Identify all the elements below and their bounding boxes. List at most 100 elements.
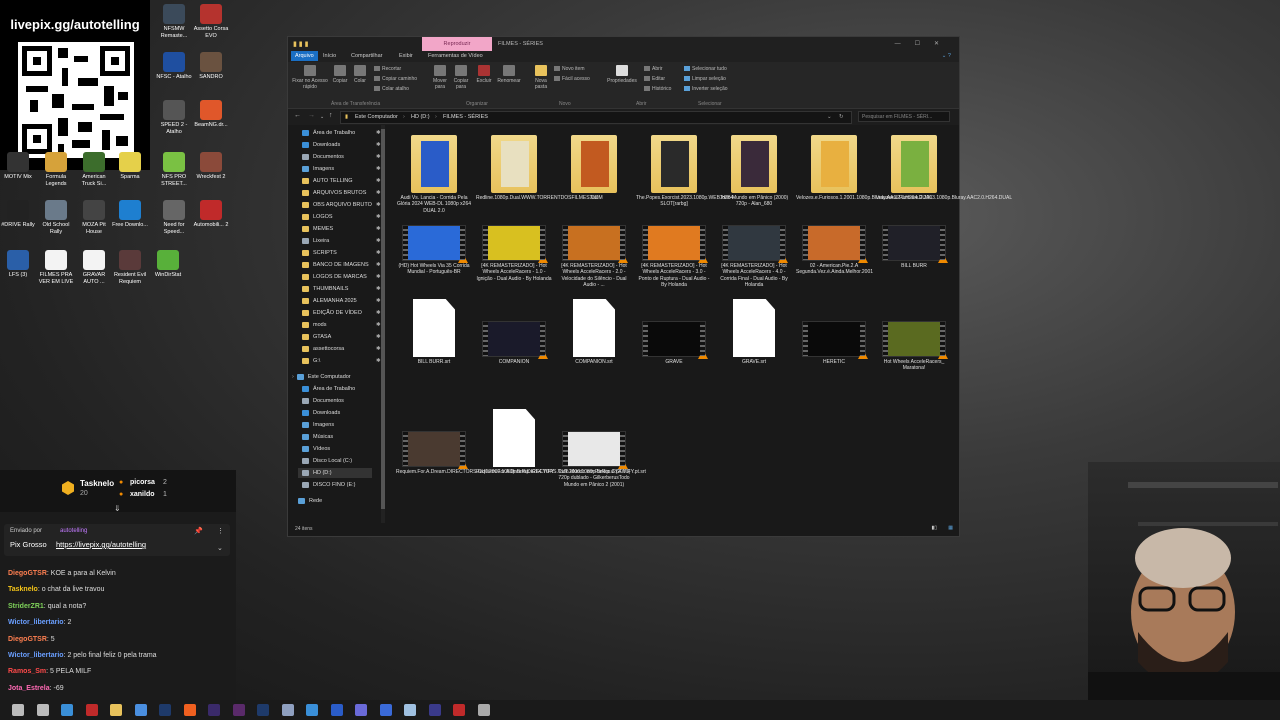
taskbar-app-icon[interactable] bbox=[428, 704, 441, 716]
chat-username[interactable]: Wictor_libertario bbox=[8, 652, 64, 659]
chat-username[interactable]: Tasknelo bbox=[8, 586, 38, 593]
desktop-icon[interactable]: FILMES PRA VER EM LIVE bbox=[38, 250, 74, 285]
taskbar-app-icon[interactable] bbox=[134, 704, 147, 716]
taskbar-app-icon[interactable] bbox=[208, 704, 220, 716]
taskbar-app-icon[interactable] bbox=[12, 704, 24, 716]
desktop-icon[interactable]: NFS PRO STREET... bbox=[156, 152, 192, 187]
chat-username[interactable]: Jota_Estrela bbox=[8, 685, 50, 692]
desktop-icon[interactable]: Wreckfest 2 bbox=[193, 152, 229, 181]
nav-item[interactable]: Imagens ✱ bbox=[302, 164, 381, 174]
desktop-icon[interactable]: GRAVAR AUTO ... bbox=[76, 250, 112, 285]
open-button[interactable]: Abrir bbox=[644, 66, 663, 72]
desktop-icon[interactable]: NFSC - Atalho bbox=[156, 52, 192, 81]
nav-item[interactable]: Área de Trabalho ✱ bbox=[302, 128, 381, 138]
nav-item[interactable]: BANCO DE IMAGENS ✱ bbox=[302, 260, 381, 270]
taskbar-app-icon[interactable] bbox=[85, 704, 98, 716]
desktop-icon[interactable]: SPEED 2 - Atalho bbox=[156, 100, 192, 135]
nav-item[interactable]: Vídeos bbox=[302, 444, 330, 454]
nav-item[interactable]: GTASA ✱ bbox=[302, 332, 381, 342]
up-arrow-icon[interactable]: ↑ bbox=[329, 112, 333, 119]
properties-button[interactable]: Propriedades bbox=[604, 65, 640, 84]
history-button[interactable]: Histórico bbox=[644, 86, 671, 92]
forward-arrow-icon[interactable]: → bbox=[308, 112, 315, 119]
taskbar-app-icon[interactable] bbox=[306, 704, 318, 716]
recent-chevron-icon[interactable]: ⌄ bbox=[320, 114, 324, 120]
file-item[interactable]: Velozes.e.Furiosos.1.2001.1080p.Bluray.A… bbox=[796, 135, 932, 201]
taskbar-app-icon[interactable] bbox=[232, 704, 245, 716]
taskbar-app-icon[interactable] bbox=[330, 704, 343, 716]
file-item[interactable]: GRAVE.srt bbox=[716, 299, 792, 365]
nav-item[interactable]: assettocorsa ✱ bbox=[302, 344, 381, 354]
nav-item[interactable]: EDIÇÃO DE VÍDEO ✱ bbox=[302, 308, 381, 318]
collapse-chevron-icon[interactable]: ⌄ bbox=[217, 544, 223, 552]
chat-username[interactable]: StriderZR1 bbox=[8, 603, 44, 610]
edit-button[interactable]: Editar bbox=[644, 76, 665, 82]
file-item[interactable]: Redline.1080p.Dual.WWW.TORRENTDOSFILMES.… bbox=[476, 135, 603, 201]
file-item[interactable]: [4K REMASTERIZADO] - Hot Wheels AcceleRa… bbox=[476, 225, 552, 282]
desktop-icon[interactable]: American Truck Si... bbox=[76, 152, 112, 187]
desktop-icon[interactable]: Sparma bbox=[112, 152, 148, 181]
desktop-icon[interactable]: Free Downlo... bbox=[112, 200, 148, 229]
tab-home[interactable]: Início bbox=[323, 53, 336, 59]
nav-item[interactable]: SCRIPTS ✱ bbox=[302, 248, 381, 258]
copy-to-button[interactable]: Copiar para bbox=[451, 65, 471, 90]
taskbar-app-icon[interactable] bbox=[404, 704, 416, 716]
file-item[interactable]: Todo Mundo em Pânico (2000) 720p - Alan_… bbox=[716, 135, 792, 208]
taskbar-app-icon[interactable] bbox=[355, 704, 367, 716]
easy-access-button[interactable]: Fácil acesso bbox=[554, 76, 590, 82]
file-item[interactable]: Hot Wheels AcceleRacers_ Maratona! bbox=[876, 321, 952, 372]
back-arrow-icon[interactable]: ← bbox=[294, 112, 301, 119]
tab-video-tools[interactable]: Ferramentas de Vídeo bbox=[428, 53, 483, 59]
taskbar-app-icon[interactable] bbox=[257, 704, 269, 716]
nav-item[interactable]: Músicas bbox=[302, 432, 333, 442]
taskbar-app-icon[interactable] bbox=[379, 704, 392, 716]
file-explorer-window[interactable]: ▮ ▮ ▮ Reproduzir FILMES - SÉRIES —☐✕ Arq… bbox=[287, 36, 1012, 537]
nav-item[interactable]: G:\ ✱ bbox=[302, 356, 381, 366]
file-item[interactable]: Todo Mundo em Panico 2 (2001) 720p dubla… bbox=[556, 431, 632, 488]
desktop-icon[interactable]: MOZA Pit House bbox=[76, 200, 112, 235]
select-all-button[interactable]: Selecionar tudo bbox=[684, 66, 727, 72]
nav-item[interactable]: Disco Local (C:) bbox=[302, 456, 352, 466]
pin-quick-access-button[interactable]: Fixar no Acesso rápido bbox=[291, 65, 329, 90]
delete-button[interactable]: Excluir bbox=[475, 65, 493, 84]
file-item[interactable]: Audi Vs. Lancia - Corrida Pela Glória 20… bbox=[396, 135, 472, 214]
desktop-icon[interactable]: Assetto Corsa EVO bbox=[193, 4, 229, 39]
nav-item[interactable]: OBS ARQUIVO BRUTO ✱ bbox=[302, 200, 381, 210]
nav-item[interactable]: LOGOS DE MARCAS ✱ bbox=[302, 272, 381, 282]
breadcrumb-this-pc[interactable]: Este Computador bbox=[355, 114, 398, 120]
taskbar-app-icon[interactable] bbox=[61, 704, 73, 716]
file-item[interactable]: [4K REMASTERIZADO] - Hot Wheels AcceleRa… bbox=[636, 225, 712, 288]
new-folder-button[interactable]: Nova pasta bbox=[532, 65, 550, 90]
nav-item[interactable]: mods ✱ bbox=[302, 320, 381, 330]
nav-this-pc[interactable]: › Este Computador bbox=[292, 372, 351, 382]
nav-item[interactable]: Documentos ✱ bbox=[302, 152, 381, 162]
invert-selection-button[interactable]: Inverter seleção bbox=[684, 86, 728, 92]
file-item[interactable]: BILL BURR bbox=[876, 225, 952, 269]
nav-item[interactable]: AUTO TELLING ✱ bbox=[302, 176, 381, 186]
file-item[interactable]: Requiem.For.A.Dream.DIRECTORS.CUT.2000.1… bbox=[396, 431, 554, 475]
nav-item[interactable]: THUMBNAILS ✱ bbox=[302, 284, 381, 294]
nav-item[interactable]: LOGOS ✱ bbox=[302, 212, 381, 222]
copy-path-button[interactable]: Copiar caminho bbox=[374, 76, 417, 82]
cut-button[interactable]: Recortar bbox=[374, 66, 401, 72]
large-icons-view-icon[interactable]: ▦ bbox=[948, 525, 953, 531]
address-bar[interactable]: ▮ Este Computador › HD (D:) › FILMES - S… bbox=[340, 111, 852, 124]
desktop-icon[interactable]: Formula Legends bbox=[38, 152, 74, 187]
file-item[interactable]: BILL BURR.srt bbox=[396, 299, 472, 365]
nav-item[interactable]: Downloads ✱ bbox=[302, 140, 381, 150]
breadcrumb-folder[interactable]: FILMES - SÉRIES bbox=[443, 114, 488, 120]
address-dropdown-icon[interactable]: ⌄ bbox=[827, 114, 832, 120]
title-bar[interactable]: ▮ ▮ ▮ Reproduzir FILMES - SÉRIES —☐✕ bbox=[288, 37, 959, 51]
file-item[interactable]: [4K REMASTERIZADO] - Hot Wheels AcceleRa… bbox=[556, 225, 632, 288]
nav-item[interactable]: ARQUIVOS BRUTOS ✱ bbox=[302, 188, 381, 198]
nav-item[interactable]: DISCO FINO (E:) bbox=[302, 480, 355, 490]
desktop-icon[interactable]: NFSMW Remaste... bbox=[156, 4, 192, 39]
window-controls[interactable]: —☐✕ bbox=[895, 40, 953, 47]
taskbar-app-icon[interactable] bbox=[281, 704, 294, 716]
chat-username[interactable]: DiegoGTSR bbox=[8, 636, 47, 643]
taskbar-app-icon[interactable] bbox=[453, 704, 465, 716]
tab-view[interactable]: Exibir bbox=[399, 53, 413, 59]
taskbar-app-icon[interactable] bbox=[159, 704, 171, 716]
select-none-button[interactable]: Limpar seleção bbox=[684, 76, 726, 82]
taskbar-app-icon[interactable] bbox=[183, 704, 196, 716]
